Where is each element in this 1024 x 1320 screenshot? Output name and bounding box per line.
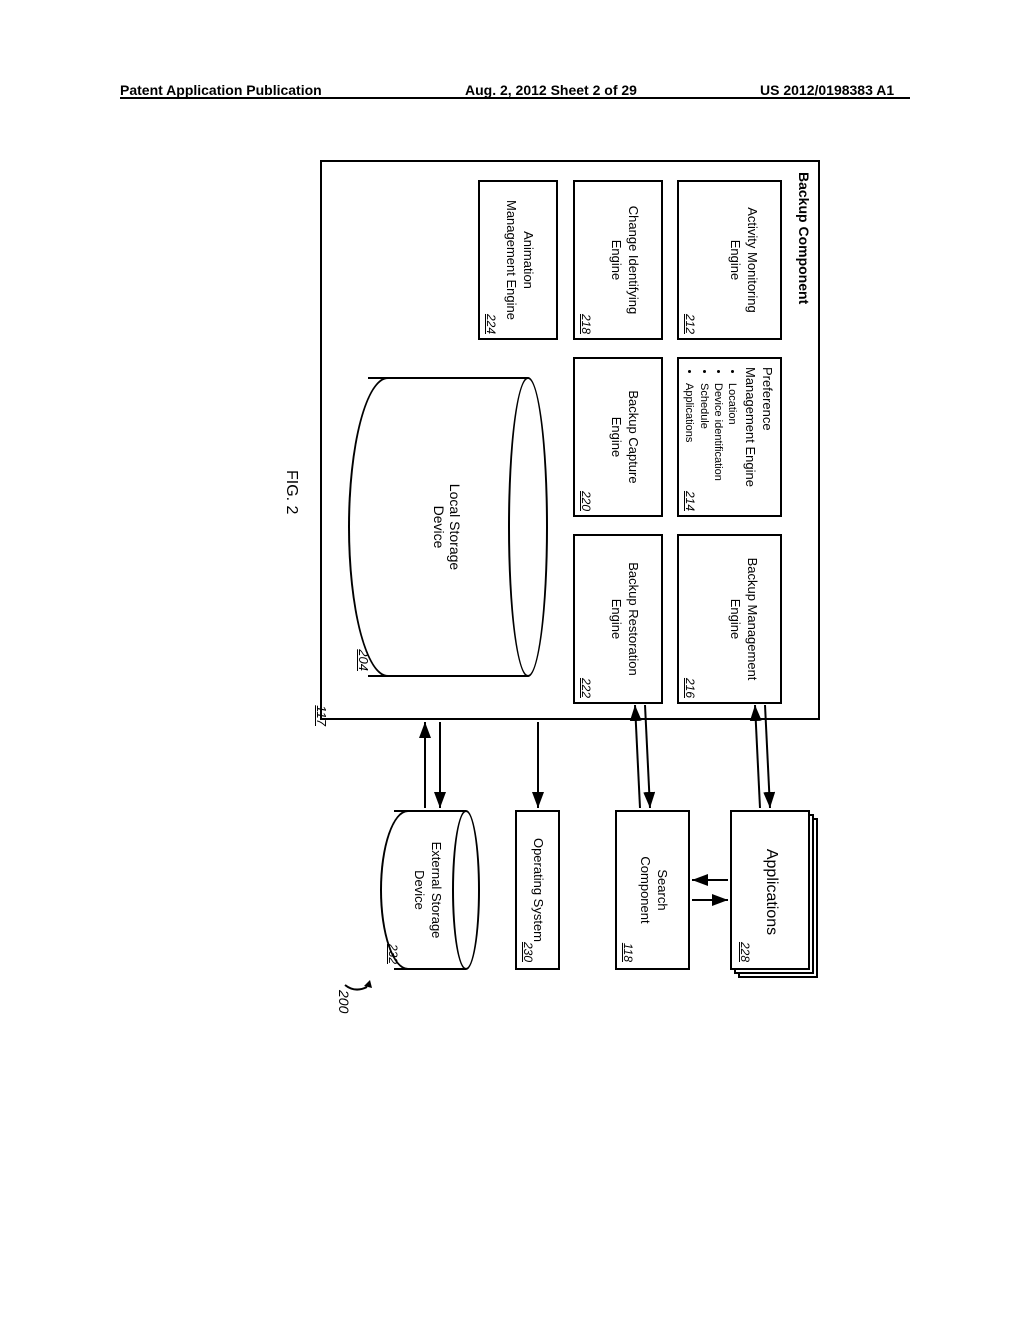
search-component-box: SearchComponent 118	[615, 810, 690, 970]
backup-component-box: Backup Component 117 Activity Monitoring…	[320, 160, 820, 720]
ref-220: 220	[579, 491, 593, 511]
activity-monitoring-engine-box: Activity MonitoringEngine 212	[677, 180, 782, 340]
backup-component-ref: 117	[314, 705, 329, 726]
ref-228: 228	[738, 942, 752, 962]
ref-232: 232	[386, 944, 400, 964]
ref-218: 218	[579, 314, 593, 334]
search-component-label: SearchComponent	[636, 812, 688, 968]
external-storage-cylinder: External StorageDevice 232	[380, 810, 480, 970]
header-left: Patent Application Publication	[120, 82, 322, 98]
backup-capture-engine-box: Backup CaptureEngine 220	[573, 357, 663, 517]
animation-management-engine-label: AnimationManagement Engine	[502, 182, 556, 338]
backup-management-engine-label: Backup ManagementEngine	[726, 536, 780, 702]
ref-214: 214	[683, 491, 697, 511]
preference-management-engine-title: PreferenceManagement Engine	[743, 367, 775, 487]
header-right: US 2012/0198383 A1	[760, 82, 894, 98]
operating-system-box: Operating System 230	[515, 810, 560, 970]
ref-222: 222	[579, 678, 593, 698]
activity-monitoring-engine-label: Activity MonitoringEngine	[726, 182, 780, 338]
diagram: Backup Component 117 Activity Monitoring…	[300, 160, 820, 1030]
applications-label: Applications	[762, 812, 780, 972]
ref-216: 216	[683, 678, 697, 698]
ref-204: 204	[356, 649, 371, 671]
local-storage-cylinder: Local StorageDevice 204	[348, 377, 548, 677]
pref-bullet-location: Location	[725, 383, 739, 507]
backup-capture-engine-label: Backup CaptureEngine	[607, 359, 661, 515]
ref-224: 224	[484, 314, 498, 334]
backup-restoration-engine-label: Backup RestorationEngine	[607, 536, 661, 702]
header-rule	[120, 97, 910, 99]
header-mid: Aug. 2, 2012 Sheet 2 of 29	[465, 82, 637, 98]
animation-management-engine-box: AnimationManagement Engine 224	[478, 180, 558, 340]
backup-management-engine-box: Backup ManagementEngine 216	[677, 534, 782, 704]
backup-restoration-engine-box: Backup RestorationEngine 222	[573, 534, 663, 704]
backup-component-title: Backup Component	[796, 172, 812, 304]
preference-management-bullets: Location Device identification Schedule …	[682, 383, 739, 507]
ref-230: 230	[521, 942, 535, 962]
change-identifying-engine-box: Change IdentifyingEngine 218	[573, 180, 663, 340]
figure-label: FIG. 2	[282, 470, 300, 514]
ref-200: 200	[336, 990, 352, 1013]
local-storage-label: Local StorageDevice	[431, 377, 463, 677]
pref-bullet-applications: Applications	[682, 383, 696, 507]
applications-stack: Applications 228	[730, 810, 810, 970]
change-identifying-engine-label: Change IdentifyingEngine	[607, 182, 661, 338]
preference-management-engine-box: PreferenceManagement Engine Location Dev…	[677, 357, 782, 517]
external-storage-label: External StorageDevice	[410, 810, 444, 970]
ref-118: 118	[621, 943, 635, 962]
diagram-wrapper: Backup Component 117 Activity Monitoring…	[150, 260, 870, 930]
pref-bullet-device-id: Device identification	[711, 383, 725, 507]
pref-bullet-schedule: Schedule	[696, 383, 710, 507]
ref-212: 212	[683, 314, 697, 334]
